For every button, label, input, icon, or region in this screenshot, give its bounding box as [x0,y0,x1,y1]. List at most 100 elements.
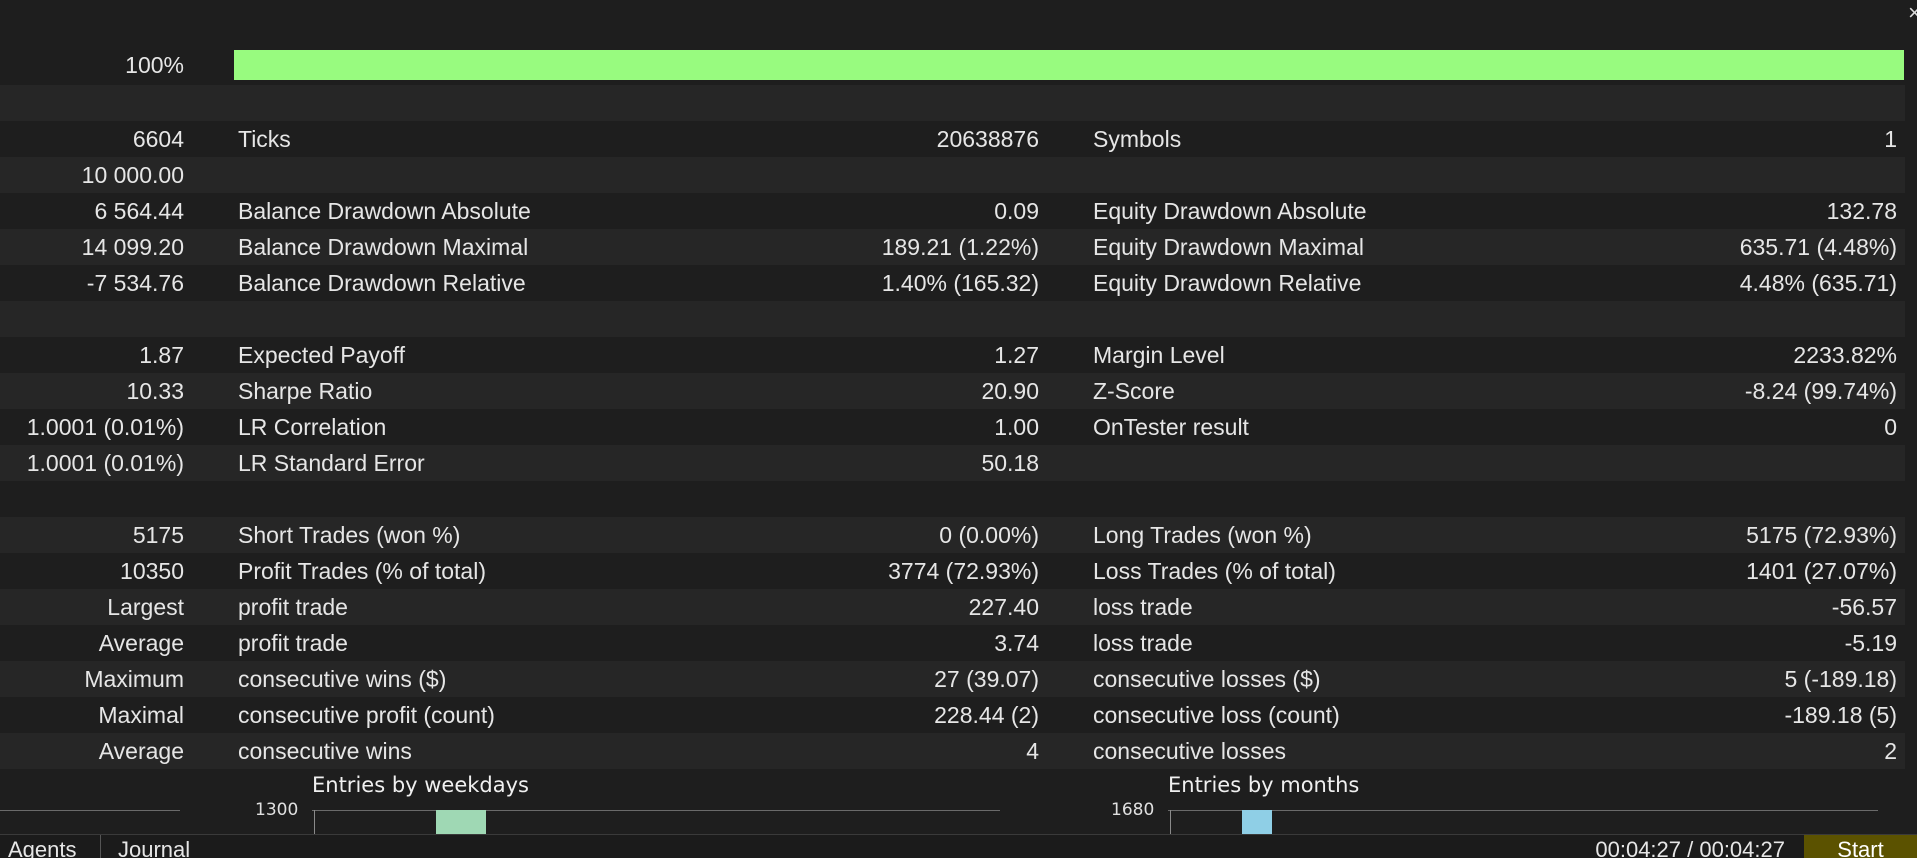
stat-cell-c5: 1401 (27.07%) [1746,558,1897,584]
weekdays-chart-title: Entries by weekdays [312,773,529,797]
stat-cell-c1: Maximal [98,702,184,728]
stat-cell-c5: 4.48% (635.71) [1739,270,1897,296]
stat-row: 10.33 Sharpe Ratio 20.90 Z-Score -8.24 (99.7… [0,373,1905,409]
stat-cell-c5: -189.18 (5) [1784,702,1897,728]
stat-cell-c4: Equity Drawdown Absolute [1093,198,1367,224]
stat-cell-c4: Equity Drawdown Maximal [1093,234,1364,260]
stat-row: Maximal consecutive profit (count) 228.44 … [0,697,1905,733]
tester-window: × 100% 6604 Ticks 20638876 Symbols 1 10 000.0… [0,0,1917,858]
stat-row: 6604 Ticks 20638876 Symbols 1 [0,121,1905,157]
stat-cell-c1: 10 000.00 [81,162,184,188]
stat-cell-c4: Loss Trades (% of total) [1093,558,1336,584]
stat-cell-c1: 1.0001 (0.01%) [26,414,184,440]
stat-cell-c1: 6 564.44 [94,198,184,224]
stat-row: 10 000.00 [0,157,1905,193]
stat-cell-c2: LR Standard Error [238,450,425,476]
stat-cell-c2: profit trade [238,594,348,620]
stat-cell-c3: 3.74 [994,630,1039,656]
stat-row: Average profit trade 3.74 loss trade -5.19 [0,625,1905,661]
stat-cell-c5: -56.57 [1831,594,1897,620]
stat-cell-c2: consecutive profit (count) [238,702,495,728]
bottom-tab-bar: Agents Journal 00:04:27 / 00:04:27 Start [0,834,1917,858]
stat-cell-c5: 132.78 [1826,198,1897,224]
stat-cell-c2: Profit Trades (% of total) [238,558,486,584]
months-chart-title: Entries by months [1168,773,1360,797]
stat-cell-c1: 10.33 [126,378,184,404]
stat-cell-c2: consecutive wins ($) [238,666,447,692]
stat-cell-c5: 5 (-189.18) [1784,666,1897,692]
stat-cell-c3: 20.90 [981,378,1039,404]
stat-cell-c3: 228.44 (2) [934,702,1039,728]
stat-cell-c4: Margin Level [1093,342,1225,368]
stat-cell-c3: 1.00 [994,414,1039,440]
stat-cell-c4: Equity Drawdown Relative [1093,270,1362,296]
stat-row: 14 099.20 Balance Drawdown Maximal 189.21 … [0,229,1905,265]
stat-cell-c2: LR Correlation [238,414,387,440]
stat-cell-c5: 0 [1884,414,1897,440]
tab-separator [100,835,101,858]
stat-row: Maximum consecutive wins ($) 27 (39.07) con… [0,661,1905,697]
stat-cell-c2: Expected Payoff [238,342,406,368]
tab-agents[interactable]: Agents [8,835,77,858]
stat-cell-c1: 14 099.20 [81,234,184,260]
stat-cell-c3: 0.09 [994,198,1039,224]
stat-cell-c1: 6604 [132,126,184,152]
chart-divider-line [0,810,180,811]
stat-cell-c5: 5175 (72.93%) [1746,522,1897,548]
stat-cell-c4: loss trade [1093,594,1193,620]
stat-cell-c4: consecutive losses [1093,738,1287,764]
weekdays-chart-tick: 1300 [255,800,299,820]
stat-cell-c4: consecutive loss (count) [1093,702,1340,728]
weekdays-chart-bar [436,810,486,835]
stat-cell-c3: 50.18 [981,450,1039,476]
stat-row [0,301,1905,337]
stat-cell-c3: 20638876 [936,126,1039,152]
stat-cell-c5: 2233.82% [1793,342,1897,368]
weekdays-chart-gridline [312,810,1000,811]
stat-cell-c4: Long Trades (won %) [1093,522,1312,548]
months-chart-gridline [1168,810,1878,811]
stat-row: 10350 Profit Trades (% of total) 3774 (72.… [0,553,1905,589]
weekdays-chart-axis [314,810,315,835]
stat-cell-c3: 189.21 (1.22%) [881,234,1039,260]
tab-journal[interactable]: Journal [118,835,190,858]
stat-cell-c2: Short Trades (won %) [238,522,461,548]
stat-cell-c5: 2 [1884,738,1897,764]
stat-row: Largest profit trade 227.40 loss trade -56.5… [0,589,1905,625]
stat-cell-c3: 1.40% (165.32) [881,270,1039,296]
progress-bar-fill [234,50,1904,80]
progress-bar [234,50,1904,80]
stat-cell-c2: Sharpe Ratio [238,378,373,404]
stat-cell-c1: Largest [107,594,184,620]
stat-cell-c2: Ticks [238,126,291,152]
stat-row [0,481,1905,517]
stat-cell-c1: Average [98,630,184,656]
stat-row [0,85,1905,121]
stat-cell-c2: consecutive wins [238,738,412,764]
stat-row: 6 564.44 Balance Drawdown Absolute 0.09 Equ… [0,193,1905,229]
stat-row: -7 534.76 Balance Drawdown Relative 1.40% … [0,265,1905,301]
start-button[interactable]: Start [1804,835,1917,858]
stat-row: 1.0001 (0.01%) LR Correlation 1.00 OnTester… [0,409,1905,445]
months-chart-bar [1242,810,1272,835]
stat-row: 5175 Short Trades (won %) 0 (0.00%) Long Tr… [0,517,1905,553]
stat-cell-c3: 0 (0.00%) [939,522,1039,548]
stat-row: 1.0001 (0.01%) LR Standard Error 50.18 [0,445,1905,481]
stat-cell-c1: -7 534.76 [86,270,184,296]
charts-area: Entries by weekdays 1300 Entries by mont… [0,765,1917,835]
stat-cell-c5: -5.19 [1844,630,1897,656]
stat-cell-c2: Balance Drawdown Absolute [238,198,531,224]
stat-cell-c2: profit trade [238,630,348,656]
months-chart-tick: 1680 [1111,800,1155,820]
close-icon[interactable]: × [1908,2,1917,24]
stat-cell-c3: 4 [1026,738,1039,764]
stat-cell-c1: Maximum [84,666,184,692]
stat-cell-c3: 227.40 [968,594,1039,620]
elapsed-timer: 00:04:27 / 00:04:27 [1595,837,1785,858]
stat-cell-c4: Z-Score [1093,378,1175,404]
months-chart-axis [1170,810,1171,835]
progress-row: 100% [0,48,1917,82]
results-table: 6604 Ticks 20638876 Symbols 1 10 000.00 6 564.… [0,85,1905,805]
stat-cell-c1: Average [98,738,184,764]
stat-cell-c4: OnTester result [1093,414,1249,440]
